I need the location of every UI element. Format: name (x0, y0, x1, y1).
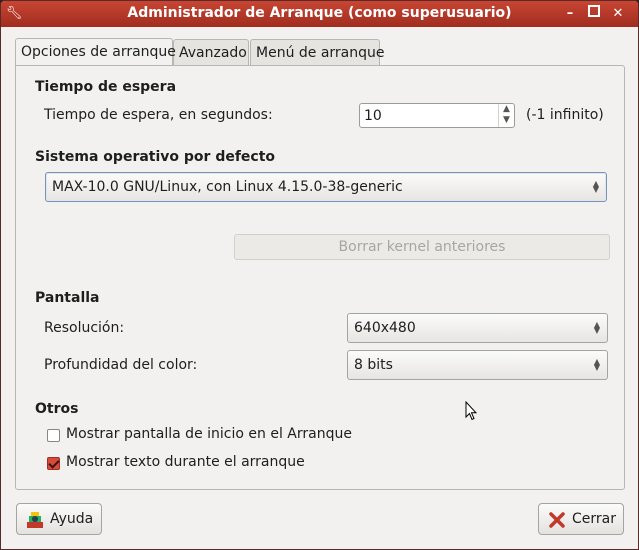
close-button[interactable]: Cerrar (538, 503, 624, 535)
chevron-updown-icon: ▲ ▼ (592, 179, 599, 194)
tab-boot-menu[interactable]: Menú de arranque (250, 39, 385, 65)
color-depth-value: 8 bits (354, 357, 393, 373)
chevron-updown-icon: ▲ ▼ (593, 320, 600, 335)
tab-label: Opciones de arranque (21, 44, 176, 60)
show-text-label[interactable]: Mostrar texto durante el arranque (66, 454, 305, 470)
default-os-combobox[interactable]: MAX-10.0 GNU/Linux, con Linux 4.15.0-38-… (45, 172, 607, 202)
title-bar[interactable]: 🔧︎ Administrador de Arranque (como super… (1, 1, 638, 27)
help-lifebuoy-icon (25, 510, 45, 530)
splash-screen-label[interactable]: Mostrar pantalla de inicio en el Arranqu… (66, 426, 352, 442)
help-button-label: Ayuda (50, 511, 94, 527)
display-section-title: Pantalla (35, 290, 100, 306)
boot-manager-window: 🔧︎ Administrador de Arranque (como super… (0, 0, 639, 550)
tab-advanced[interactable]: Avanzado (173, 39, 249, 65)
tab-label: Avanzado (179, 45, 247, 61)
spin-arrows[interactable]: ▲ ▼ (498, 104, 514, 127)
resolution-value: 640x480 (354, 320, 416, 336)
tab-boot-options[interactable]: Opciones de arranque (15, 38, 176, 65)
timeout-spinbutton[interactable]: 10 ▲ ▼ (359, 103, 515, 128)
tab-label: Menú de arranque (256, 45, 385, 61)
chevron-down-icon[interactable]: ▼ (499, 115, 514, 126)
chevron-updown-icon: ▲ ▼ (593, 357, 600, 372)
timeout-label: Tiempo de espera, en segundos: (44, 107, 273, 123)
delete-old-kernels-button[interactable]: Borrar kernel anteriores (234, 234, 610, 260)
timeout-hint: (-1 infinito) (526, 107, 604, 123)
timeout-section-title: Tiempo de espera (35, 79, 177, 95)
chevron-up-icon[interactable]: ▲ (499, 104, 514, 115)
timeout-value: 10 (364, 108, 382, 124)
splash-screen-checkbox[interactable] (47, 429, 60, 442)
close-button-label: Cerrar (572, 511, 616, 527)
close-icon[interactable]: ✕ (609, 5, 627, 23)
others-section-title: Otros (35, 401, 79, 417)
color-depth-combobox[interactable]: 8 bits ▲ ▼ (347, 350, 608, 380)
window-title: Administrador de Arranque (como superusu… (127, 5, 512, 21)
color-depth-label: Profundidad del color: (44, 357, 198, 373)
help-button[interactable]: Ayuda (16, 503, 102, 535)
close-x-icon (547, 510, 567, 530)
default-os-value: MAX-10.0 GNU/Linux, con Linux 4.15.0-38-… (52, 179, 403, 195)
default-os-section-title: Sistema operativo por defecto (35, 149, 276, 165)
minimize-icon[interactable]: – (561, 5, 579, 23)
resolution-label: Resolución: (44, 320, 125, 336)
show-text-checkbox[interactable] (47, 457, 60, 470)
mouse-pointer-icon (465, 401, 477, 421)
resolution-combobox[interactable]: 640x480 ▲ ▼ (347, 313, 608, 343)
maximize-icon[interactable] (585, 5, 603, 23)
